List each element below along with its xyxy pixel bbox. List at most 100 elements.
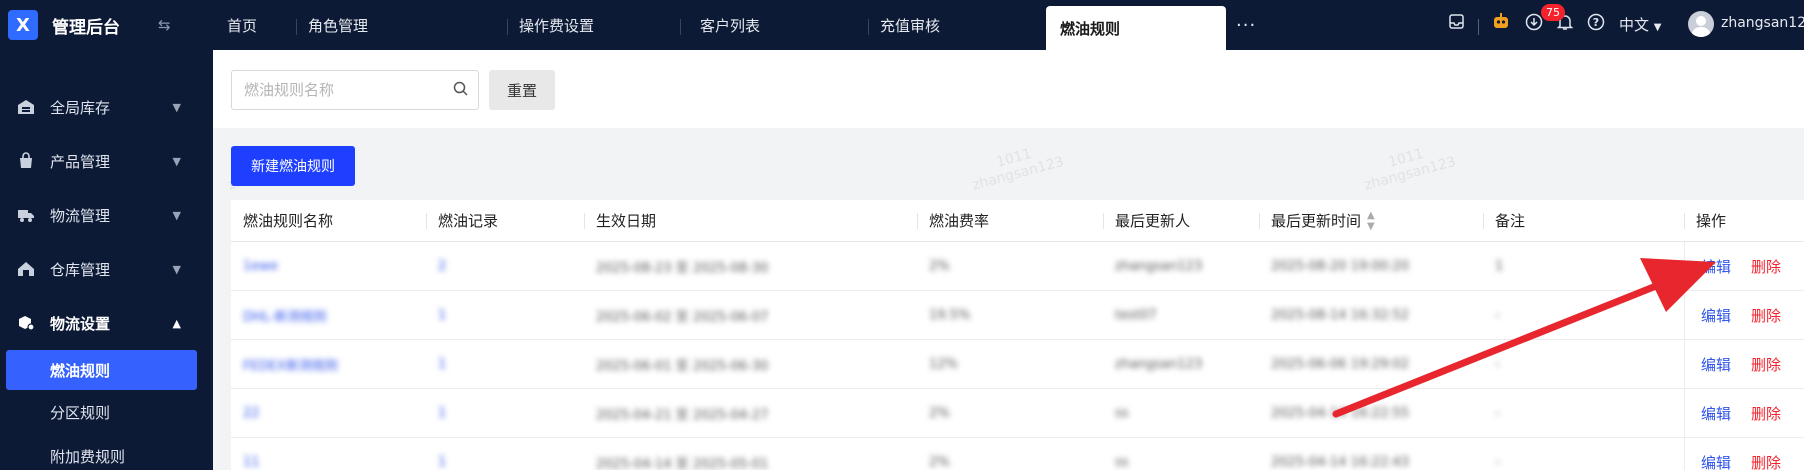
search-input[interactable] bbox=[232, 71, 432, 109]
robot-icon[interactable] bbox=[1491, 11, 1511, 35]
tab-operation-fee[interactable]: 操作费设置 bbox=[519, 0, 594, 50]
app-title: 管理后台 bbox=[52, 17, 120, 38]
cell-fuel-rate: 2% bbox=[929, 258, 950, 274]
delete-link[interactable]: 删除 bbox=[1751, 305, 1781, 326]
table-row: FEDEX新测规则 1 2025-06-01 至 2025-06-30 12% zhan… bbox=[231, 340, 1804, 389]
new-fuel-rule-button[interactable]: 新建燃油规则 bbox=[231, 146, 355, 186]
cell-rule-name[interactable]: FEDEX新测规则 bbox=[231, 340, 426, 388]
delete-link[interactable]: 删除 bbox=[1751, 354, 1781, 375]
tab-roles[interactable]: 角色管理 bbox=[308, 0, 368, 50]
tab-customers[interactable]: 客户列表 bbox=[700, 0, 760, 50]
cell-note: - bbox=[1495, 454, 1500, 470]
cell-rule-name[interactable]: DHL-新测规则 bbox=[231, 291, 426, 339]
sidebar-item-logistics-settings[interactable]: 物流设置 ▲ bbox=[0, 296, 213, 350]
cell-note: - bbox=[1495, 307, 1500, 323]
truck-icon bbox=[16, 205, 36, 225]
delete-link[interactable]: 删除 bbox=[1751, 403, 1781, 424]
column-header-fuel-rate[interactable]: 燃油费率 bbox=[917, 200, 1103, 241]
house-icon bbox=[16, 259, 36, 279]
cell-actions: 编辑 删除 bbox=[1684, 291, 1804, 339]
top-bar: 首页 角色管理 操作费设置 客户列表 充值审核 燃油规则 ··· 75 ? 中文… bbox=[213, 0, 1804, 50]
sidebar-item-products[interactable]: 产品管理 ▼ bbox=[0, 134, 213, 188]
cell-fuel-rate: 2% bbox=[929, 454, 950, 470]
sidebar-item-label: 产品管理 bbox=[50, 152, 111, 171]
delete-link[interactable]: 删除 bbox=[1751, 256, 1781, 277]
sidebar-subitem-zone-rules[interactable]: 分区规则 bbox=[0, 390, 213, 434]
app-logo[interactable]: X bbox=[8, 10, 38, 40]
reset-button[interactable]: 重置 bbox=[489, 70, 555, 110]
notification-badge: 75 bbox=[1541, 4, 1565, 21]
column-header-last-updater[interactable]: 最后更新人 bbox=[1103, 200, 1259, 241]
table-body: 1ewe 2 2025-08-23 至 2025-08-30 2% zhangsan12… bbox=[231, 242, 1804, 470]
cell-last-updater: zhangsan123 bbox=[1115, 356, 1203, 372]
cell-records[interactable]: 1 bbox=[426, 340, 584, 388]
cell-fuel-rate: 2% bbox=[929, 405, 950, 421]
edit-link[interactable]: 编辑 bbox=[1701, 452, 1731, 470]
cell-records[interactable]: 1 bbox=[426, 389, 584, 437]
cell-records[interactable]: 2 bbox=[426, 242, 584, 290]
column-header-note[interactable]: 备注 bbox=[1483, 200, 1684, 241]
language-select[interactable]: 中文 ▼ bbox=[1619, 14, 1662, 35]
cell-rule-name[interactable]: 1ewe bbox=[231, 242, 426, 290]
cell-note: 1 bbox=[1495, 258, 1504, 274]
sidebar: X 管理后台 ⇆ 全局库存 ▼ 产品管理 ▼ 物流管理 ▼ 仓库管理 ▼ 物流设… bbox=[0, 0, 213, 470]
sidebar-item-warehouse[interactable]: 仓库管理 ▼ bbox=[0, 242, 213, 296]
sidebar-item-label: 仓库管理 bbox=[50, 260, 111, 279]
column-header-name[interactable]: 燃油规则名称 bbox=[231, 200, 426, 241]
cell-last-updated: 2025-08-20 19:00:20 bbox=[1271, 258, 1410, 274]
sidebar-item-global-inventory[interactable]: 全局库存 ▼ bbox=[0, 80, 213, 134]
username[interactable]: zhangsan12 bbox=[1721, 15, 1804, 31]
tab-recharge-review[interactable]: 充值审核 bbox=[880, 0, 940, 50]
help-icon[interactable]: ? bbox=[1587, 13, 1605, 35]
edit-link[interactable]: 编辑 bbox=[1701, 256, 1731, 277]
cell-last-updater: zhangsan123 bbox=[1115, 258, 1203, 274]
cell-rule-name[interactable]: 11 bbox=[231, 438, 426, 470]
table-header: 燃油规则名称 燃油记录 生效日期 燃油费率 最后更新人 最后更新时间 ▲ ▼ 备注 … bbox=[231, 200, 1804, 242]
sort-icon[interactable]: ▲ ▼ bbox=[1367, 210, 1375, 232]
warehouse-icon bbox=[16, 97, 36, 117]
table-row: DHL-新测规则 1 2025-06-02 至 2025-06-07 19.5% tes… bbox=[231, 291, 1804, 340]
tab-divider bbox=[296, 19, 297, 35]
caret-down-icon: ▼ bbox=[1653, 22, 1662, 33]
download-icon[interactable] bbox=[1525, 13, 1543, 35]
cell-records[interactable]: 1 bbox=[426, 438, 584, 470]
chevron-down-icon: ▼ bbox=[172, 100, 181, 114]
cell-last-updated: 2025-04-14 16:22:43 bbox=[1271, 454, 1410, 470]
search-box[interactable] bbox=[231, 70, 479, 110]
cell-rule-name[interactable]: 22 bbox=[231, 389, 426, 437]
cell-actions: 编辑 删除 bbox=[1684, 242, 1804, 290]
tab-home[interactable]: 首页 bbox=[227, 0, 257, 50]
column-header-effective-date[interactable]: 生效日期 bbox=[584, 200, 917, 241]
cell-records[interactable]: 1 bbox=[426, 291, 584, 339]
edit-link[interactable]: 编辑 bbox=[1701, 403, 1731, 424]
cell-last-updated: 2025-04-14 16:22:55 bbox=[1271, 405, 1410, 421]
edit-link[interactable]: 编辑 bbox=[1701, 305, 1731, 326]
bag-icon bbox=[16, 151, 36, 171]
svg-text:?: ? bbox=[1593, 16, 1599, 29]
column-header-last-updated[interactable]: 最后更新时间 ▲ ▼ bbox=[1259, 200, 1483, 241]
column-header-actions: 操作 bbox=[1684, 200, 1804, 241]
cell-note: - bbox=[1495, 405, 1500, 421]
filter-bar: 重置 bbox=[213, 50, 1804, 128]
collapse-sidebar-icon[interactable]: ⇆ bbox=[158, 16, 171, 34]
sidebar-subitem-surcharge-rules[interactable]: 附加费规则 bbox=[0, 434, 213, 470]
cell-effective-date: 2025-06-01 至 2025-06-30 bbox=[596, 358, 769, 374]
delete-link[interactable]: 删除 bbox=[1751, 452, 1781, 470]
more-tabs-icon[interactable]: ··· bbox=[1236, 15, 1256, 36]
cell-last-updated: 2025-06-06 19:29:02 bbox=[1271, 356, 1410, 372]
column-header-label: 最后更新时间 bbox=[1271, 212, 1362, 230]
cell-last-updated: 2025-08-14 16:32:52 bbox=[1271, 307, 1410, 323]
tab-divider bbox=[680, 19, 681, 35]
cell-fuel-rate: 12% bbox=[929, 356, 958, 372]
sidebar-subitem-fuel-rules[interactable]: 燃油规则 bbox=[6, 350, 197, 390]
sidebar-menu: 全局库存 ▼ 产品管理 ▼ 物流管理 ▼ 仓库管理 ▼ 物流设置 ▲ 燃油规则 … bbox=[0, 80, 213, 470]
language-label: 中文 bbox=[1619, 16, 1650, 34]
search-icon[interactable] bbox=[453, 81, 468, 100]
edit-link[interactable]: 编辑 bbox=[1701, 354, 1731, 375]
avatar[interactable] bbox=[1688, 11, 1714, 37]
sidebar-item-logistics[interactable]: 物流管理 ▼ bbox=[0, 188, 213, 242]
sidebar-item-label: 物流设置 bbox=[50, 314, 111, 333]
tab-fuel-rules[interactable]: 燃油规则 bbox=[1046, 6, 1226, 50]
inbox-icon[interactable] bbox=[1448, 13, 1465, 34]
column-header-records[interactable]: 燃油记录 bbox=[426, 200, 584, 241]
